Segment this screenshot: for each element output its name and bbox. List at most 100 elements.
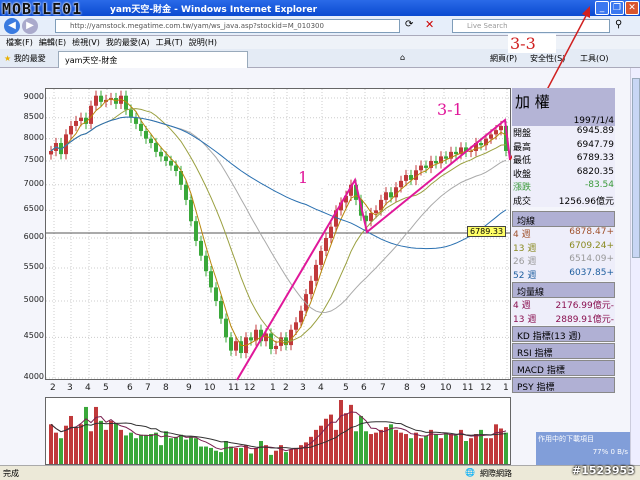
quotes-label: 最高 bbox=[513, 142, 532, 153]
ma-label: 52 週 bbox=[513, 270, 537, 281]
forward-button[interactable]: ▶ bbox=[22, 18, 38, 34]
indicator-button[interactable]: MACD 指標 bbox=[512, 360, 615, 376]
quotes-label: 收盤 bbox=[513, 169, 532, 180]
search-input[interactable]: Live Search bbox=[452, 19, 610, 33]
x-tick-label: 12 bbox=[244, 383, 256, 393]
volume-bar bbox=[159, 445, 163, 464]
volume-bar bbox=[354, 431, 358, 464]
index-title: 加 權 bbox=[512, 88, 615, 116]
window-title: yam天空-財金 - Windows Internet Explorer bbox=[110, 5, 318, 15]
vma-label: 4 週 bbox=[513, 301, 531, 311]
menu-tools[interactable]: 工具(T) bbox=[156, 38, 183, 47]
ma-row: 52 週 6037.85+ bbox=[512, 268, 615, 282]
candle bbox=[504, 125, 508, 151]
quotes-row: 收盤 6820.35 bbox=[512, 167, 615, 181]
volume-bar bbox=[69, 415, 73, 464]
volume-bar bbox=[149, 434, 153, 464]
candle bbox=[309, 280, 313, 295]
y-tick-label: 7000 bbox=[23, 178, 44, 188]
candle bbox=[219, 300, 223, 319]
volume-bar bbox=[309, 436, 313, 464]
vma-value: 2889.91億元- bbox=[555, 314, 614, 325]
volume-bar bbox=[494, 424, 498, 464]
back-button[interactable]: ◀ bbox=[4, 18, 20, 34]
x-tick-label: 1 bbox=[503, 383, 509, 393]
candle bbox=[294, 322, 298, 330]
volume-bar bbox=[99, 420, 103, 464]
indicator-button[interactable]: PSY 指標 bbox=[512, 377, 615, 393]
volume-bar bbox=[154, 432, 158, 464]
candle bbox=[384, 192, 388, 200]
candle bbox=[134, 117, 138, 124]
menu-help[interactable]: 說明(H) bbox=[189, 38, 217, 47]
candle bbox=[94, 95, 98, 106]
y-tick-label: 6000 bbox=[23, 232, 44, 241]
menu-edit[interactable]: 編輯(E) bbox=[39, 38, 66, 47]
refresh-icon[interactable]: ⟳ bbox=[405, 19, 413, 30]
status-text: 完成 bbox=[3, 469, 19, 478]
scroll-thumb[interactable] bbox=[632, 78, 640, 258]
x-tick-label: 7 bbox=[145, 383, 151, 393]
candle bbox=[189, 199, 193, 222]
search-icon[interactable]: ⚲ bbox=[615, 19, 622, 30]
candle bbox=[209, 271, 213, 288]
toolbar-safety[interactable]: 安全性(S) bbox=[530, 53, 565, 64]
quotes-row: 最低 6789.33 bbox=[512, 153, 615, 167]
candle bbox=[229, 337, 233, 351]
home-icon[interactable]: ⌂ bbox=[400, 53, 405, 62]
volume-ma-header: 均量線 bbox=[512, 282, 615, 298]
candle bbox=[234, 341, 238, 351]
volume-bar bbox=[199, 446, 203, 464]
ma-row: 4 週 6878.47+ bbox=[512, 227, 615, 241]
quotes-label: 開盤 bbox=[513, 129, 532, 139]
favorites-label: 我的最愛 bbox=[13, 54, 46, 63]
x-tick-label: 3 bbox=[67, 383, 73, 393]
x-tick-label: 7 bbox=[380, 383, 386, 393]
quotes-value: 6945.89 bbox=[576, 126, 614, 136]
ma-label: 26 週 bbox=[513, 257, 537, 267]
address-toolbar: ◀ ▶ http://yamstock.megatime.com.tw/yam/… bbox=[0, 16, 640, 36]
address-input[interactable]: http://yamstock.megatime.com.tw/yam/ws_j… bbox=[55, 19, 400, 33]
menu-favorites[interactable]: 我的最愛(A) bbox=[106, 38, 150, 47]
menu-file[interactable]: 檔案(F) bbox=[6, 38, 33, 47]
volume-bar bbox=[89, 431, 93, 464]
indicator-button[interactable]: RSI 指標 bbox=[512, 343, 615, 359]
ma-value: 6709.24+ bbox=[569, 240, 614, 251]
vma-label: 13 週 bbox=[513, 314, 537, 325]
ma4-line bbox=[50, 98, 507, 346]
volume-bar bbox=[174, 436, 178, 464]
tab-yam[interactable]: yam天空-財金 bbox=[58, 51, 248, 68]
menu-view[interactable]: 檢視(V) bbox=[72, 38, 100, 47]
candle bbox=[144, 130, 148, 139]
watermark-id: #1523953 bbox=[572, 464, 635, 477]
candle bbox=[424, 165, 428, 168]
volume-bar bbox=[184, 439, 188, 464]
vertical-scrollbar[interactable] bbox=[630, 68, 640, 465]
volume-bar bbox=[94, 406, 98, 464]
toolbar-tools[interactable]: 工具(O) bbox=[580, 53, 609, 64]
volume-bar bbox=[84, 406, 88, 464]
x-tick-label: 3 bbox=[300, 383, 306, 393]
quotes-value: 6820.35 bbox=[576, 166, 614, 177]
candle bbox=[444, 156, 448, 159]
candle bbox=[169, 160, 173, 166]
stop-icon[interactable]: ✕ bbox=[425, 18, 434, 31]
toolbar-page[interactable]: 網頁(P) bbox=[490, 53, 517, 64]
x-tick-label: 5 bbox=[103, 383, 109, 393]
candle bbox=[74, 121, 78, 126]
restore-button[interactable]: ❐ bbox=[610, 1, 624, 15]
minimize-button[interactable]: _ bbox=[595, 1, 609, 15]
favorites-button[interactable]: ★ 我的最愛 bbox=[4, 53, 46, 64]
indicator-button[interactable]: KD 指標(13 週) bbox=[512, 326, 615, 342]
ma-row: 26 週 6514.09+ bbox=[512, 254, 615, 268]
candle bbox=[344, 195, 348, 203]
candle bbox=[149, 138, 153, 144]
candle bbox=[49, 150, 53, 155]
volume-bar bbox=[209, 447, 213, 464]
volume-bar bbox=[274, 450, 278, 464]
close-button[interactable]: ✕ bbox=[625, 1, 639, 15]
volume-bar bbox=[64, 425, 68, 464]
volume-bar bbox=[399, 432, 403, 464]
download-popup[interactable]: 作用中的下載項目 77% 0 B/s bbox=[536, 432, 630, 468]
candle bbox=[264, 333, 268, 342]
